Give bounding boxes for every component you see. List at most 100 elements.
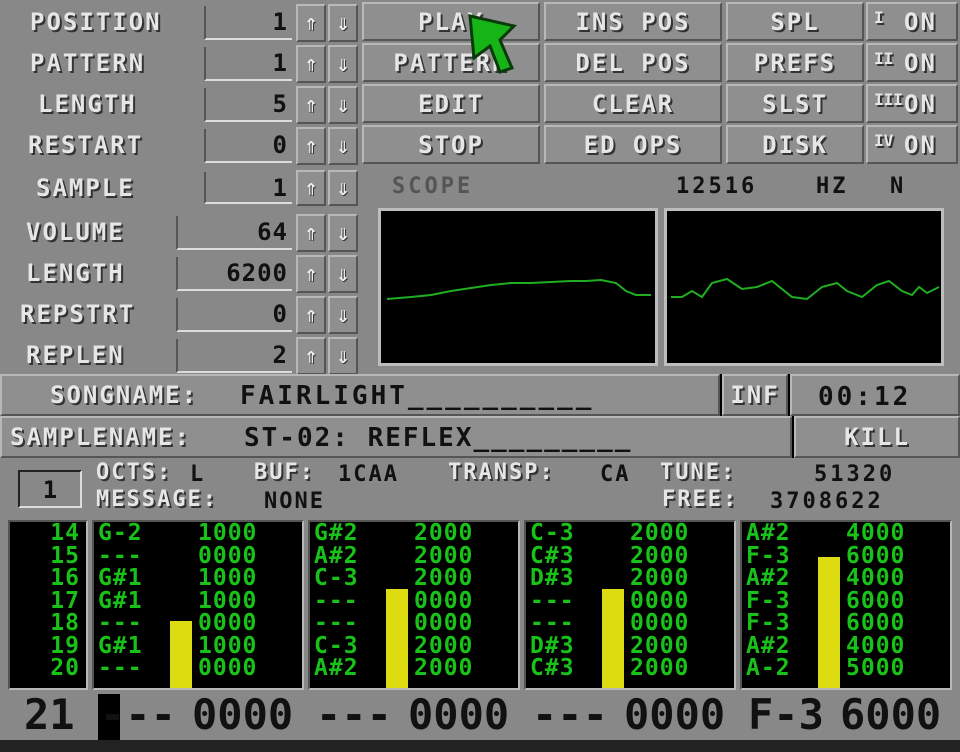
transp-label: TRANSP: [448, 460, 555, 485]
tune-value: 51320 [814, 462, 896, 487]
row-number: 17 [50, 587, 80, 614]
current-effect-4: 6000 [840, 690, 942, 739]
table-row[interactable]: A#2 4000 [746, 565, 946, 591]
sample-down-arrow[interactable]: ⇓ [328, 170, 358, 206]
table-row[interactable]: G#2 2000 [314, 520, 514, 546]
table-row[interactable]: C-3 2000 [314, 567, 514, 590]
sample-replen-down-arrow[interactable]: ⇓ [328, 337, 358, 375]
free-label: FREE: [662, 487, 739, 512]
note-cell: --- [98, 542, 143, 569]
songname-value[interactable]: FAIRLIGHT__________ [240, 381, 594, 411]
table-row[interactable]: C#3 2000 [530, 657, 730, 680]
sample-replen-value: 2 [272, 341, 288, 369]
sample-repstrt-label: REPSTRT [20, 300, 136, 328]
note-cell: G#2 [314, 520, 359, 546]
table-row[interactable]: A#2 4000 [746, 520, 946, 546]
pattern-up-arrow[interactable]: ⇑ [296, 45, 326, 83]
pattern-value: 1 [272, 49, 288, 77]
sample-volume-down-arrow[interactable]: ⇓ [328, 214, 358, 252]
table-row[interactable]: --- 0000 [98, 610, 298, 636]
table-row[interactable]: --- 0000 [530, 610, 730, 636]
table-row[interactable]: G#1 1000 [98, 589, 298, 612]
sample-repstrt-down-arrow[interactable]: ⇓ [328, 296, 358, 334]
current-note-4: F-3 [748, 690, 824, 739]
table-row[interactable]: G#1 1000 [98, 567, 298, 590]
slst-button[interactable]: SLST [726, 84, 864, 123]
scope-unit: HZ [816, 174, 849, 199]
table-row[interactable]: G-2 1000 [98, 520, 298, 546]
table-row[interactable]: D#3 2000 [530, 634, 730, 657]
table-row[interactable]: --- 0000 [314, 612, 514, 635]
restart-up-arrow[interactable]: ⇑ [296, 127, 326, 165]
kill-button[interactable]: KILL [794, 416, 960, 458]
note-cell: C-3 [314, 632, 359, 659]
effect-cell: 0000 [198, 610, 258, 636]
pattern-label: PATTERN [30, 49, 146, 77]
table-row[interactable]: --- 0000 [314, 587, 514, 614]
restart-down-arrow[interactable]: ⇓ [328, 127, 358, 165]
current-note-3: --- [532, 690, 608, 739]
sample-repstrt-value: 0 [272, 300, 288, 328]
table-row[interactable]: G#1 1000 [98, 632, 298, 659]
note-cell: A#2 [314, 542, 359, 569]
note-cell: F-3 [746, 542, 791, 569]
down-arrow-icon: ⇓ [336, 302, 350, 328]
samplename-value[interactable]: ST-02: REFLEX_________ [244, 423, 632, 453]
songname-label: SONGNAME: [50, 381, 199, 409]
row-number: 16 [50, 565, 80, 591]
table-row[interactable]: F-3 6000 [746, 542, 946, 569]
prefs-button[interactable]: PREFS [726, 43, 864, 82]
spl-button[interactable]: SPL [726, 2, 864, 41]
table-row[interactable]: --- 0000 [530, 587, 730, 614]
sample-replen-up-arrow[interactable]: ⇑ [296, 337, 326, 375]
current-effect-3: 0000 [624, 690, 726, 739]
length-down-arrow[interactable]: ⇓ [328, 86, 358, 124]
effect-cell: 1000 [198, 632, 258, 659]
length-up-arrow[interactable]: ⇑ [296, 86, 326, 124]
note-cell: A#2 [746, 520, 791, 546]
octs-value: L [190, 462, 204, 487]
sample-length-up-arrow[interactable]: ⇑ [296, 255, 326, 293]
table-row[interactable]: D#3 2000 [530, 567, 730, 590]
effect-cell: 0000 [630, 610, 690, 636]
table-row[interactable]: A#2 2000 [314, 542, 514, 569]
clear-button[interactable]: CLEAR [544, 84, 722, 123]
ins-pos-button[interactable]: INS POS [544, 2, 722, 41]
del-pos-button[interactable]: DEL POS [544, 43, 722, 82]
table-row[interactable]: F-3 6000 [746, 612, 946, 635]
table-row[interactable]: C-3 2000 [314, 632, 514, 659]
table-row[interactable]: C-3 2000 [530, 522, 730, 545]
info-button[interactable]: INF [722, 374, 788, 416]
effect-cell: 4000 [846, 565, 906, 591]
scope-mode: N [890, 174, 904, 199]
scope-label: SCOPE [392, 174, 474, 199]
table-row[interactable]: --- 0000 [98, 657, 298, 680]
table-row[interactable]: F-3 6000 [746, 589, 946, 612]
position-up-arrow[interactable]: ⇑ [296, 4, 326, 42]
row-number: 14 [50, 520, 80, 546]
effect-cell: 4000 [846, 632, 906, 659]
sample-up-arrow[interactable]: ⇑ [296, 170, 326, 206]
table-row[interactable]: --- 0000 [98, 542, 298, 569]
ed-ops-button[interactable]: ED OPS [544, 125, 722, 164]
table-row[interactable]: C#3 2000 [530, 544, 730, 567]
sample-length-down-arrow[interactable]: ⇓ [328, 255, 358, 293]
effect-cell: 2000 [414, 542, 474, 569]
note-cell: --- [530, 587, 575, 614]
note-cell: G-2 [98, 520, 143, 546]
table-row[interactable]: A-2 5000 [746, 657, 946, 680]
position-down-arrow[interactable]: ⇓ [328, 4, 358, 42]
stop-button[interactable]: STOP [362, 125, 540, 164]
channel-3-numeral: III [874, 90, 903, 109]
pattern-down-arrow[interactable]: ⇓ [328, 45, 358, 83]
disk-button[interactable]: DISK [726, 125, 864, 164]
position-label: POSITION [30, 8, 162, 36]
table-row[interactable]: A#2 2000 [314, 657, 514, 680]
edit-button[interactable]: EDIT [362, 84, 540, 123]
scope-frequency: 12516 [676, 174, 758, 199]
effect-cell: 0000 [414, 587, 474, 614]
tune-label: TUNE: [660, 460, 737, 485]
table-row[interactable]: A#2 4000 [746, 632, 946, 659]
sample-volume-up-arrow[interactable]: ⇑ [296, 214, 326, 252]
sample-repstrt-up-arrow[interactable]: ⇑ [296, 296, 326, 334]
